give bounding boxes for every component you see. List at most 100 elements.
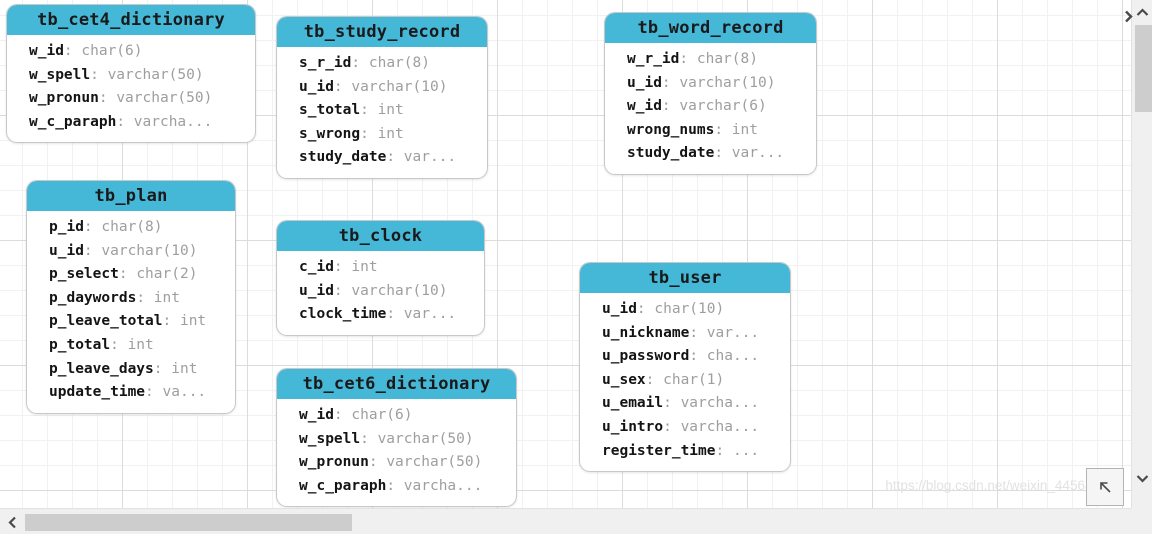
field-name: w_pronun: [299, 454, 369, 471]
field-separator: :: [136, 289, 154, 306]
entity-table[interactable]: tb_plan p_id: char(8) u_id: varchar(10) p_s…: [26, 180, 236, 414]
arrow-up-left-icon: [1100, 482, 1111, 493]
scroll-left-arrow-icon[interactable]: [2, 512, 22, 532]
field-type: int: [171, 360, 198, 377]
field-name: u_id: [49, 242, 84, 259]
field-separator: :: [645, 371, 664, 388]
entity-field-row: w_c_paraph: varcha...: [29, 111, 249, 135]
field-name: c_id: [299, 259, 334, 275]
field-type: varchar(6): [679, 98, 767, 115]
horizontal-scrollbar-thumb[interactable]: [25, 514, 352, 531]
entity-table[interactable]: tb_clock c_id: int u_id: varchar(10) clock_…: [276, 220, 485, 336]
field-separator: :: [333, 259, 352, 275]
entity-table[interactable]: tb_word_record w_r_id: char(8) u_id: varch…: [604, 12, 817, 175]
entity-field-row: w_c_paraph: varcha...: [299, 475, 510, 499]
entity-field-row: u_id: varchar(10): [627, 72, 810, 96]
entity-field-row: p_leave_days: int: [49, 358, 229, 382]
entity-field-list: w_id: char(6) w_spell: varchar(50) w_pronu…: [7, 35, 255, 142]
field-separator: :: [98, 90, 117, 107]
field-type: varchar(50): [377, 430, 474, 447]
field-separator: :: [714, 121, 732, 138]
entity-field-list: p_id: char(8) u_id: varchar(10) p_select: …: [27, 211, 235, 413]
field-separator: :: [636, 301, 655, 317]
field-separator: :: [153, 360, 172, 377]
entity-field-row: c_id: int: [299, 256, 478, 280]
field-name: u_id: [299, 282, 334, 299]
field-separator: :: [118, 266, 137, 283]
field-separator: :: [333, 282, 352, 299]
field-name: w_c_paraph: [29, 113, 117, 130]
scroll-right-arrow-icon[interactable]: [1118, 6, 1138, 26]
diagram-canvas[interactable]: tb_cet4_dictionary w_id: char(6) w_spell: …: [0, 0, 1131, 508]
field-name: u_sex: [602, 371, 646, 388]
field-separator: :: [162, 313, 180, 330]
entity-field-row: w_spell: varchar(50): [29, 64, 249, 88]
field-separator: :: [661, 98, 680, 115]
scrollbar-corner: [1131, 508, 1152, 534]
entity-title: tb_word_record: [605, 13, 816, 43]
field-separator: :: [689, 348, 707, 365]
field-type: char(1): [663, 371, 725, 388]
vertical-scrollbar[interactable]: [1131, 0, 1152, 508]
field-name: p_daywords: [49, 289, 137, 306]
field-name: u_id: [627, 74, 662, 91]
field-type: int: [731, 121, 758, 138]
entity-field-row: register_time: ...: [602, 440, 784, 464]
field-separator: :: [689, 324, 707, 341]
watermark-text: https://blog.csdn.net/weixin_44568751: [885, 478, 1115, 493]
entity-field-row: u_sex: char(1): [602, 369, 784, 393]
fit-to-screen-button[interactable]: [1086, 468, 1124, 506]
field-name: p_id: [49, 219, 84, 235]
field-separator: :: [90, 66, 108, 83]
field-separator: :: [360, 102, 378, 119]
entity-table[interactable]: tb_user u_id: char(10) u_nickname: var... u…: [579, 262, 791, 473]
entity-field-row: w_pronun: varchar(50): [299, 451, 510, 475]
field-type: varcha...: [680, 395, 760, 412]
vertical-scrollbar-thumb[interactable]: [1135, 25, 1152, 112]
field-separator: :: [63, 43, 82, 59]
chevron-down-icon: [1136, 474, 1149, 483]
entity-table[interactable]: tb_cet6_dictionary w_id: char(6) w_spell: …: [276, 368, 517, 508]
entity-field-row: u_id: varchar(10): [299, 280, 478, 304]
field-name: w_c_paraph: [299, 477, 387, 494]
field-type: int: [127, 336, 154, 353]
field-name: w_id: [29, 43, 64, 59]
field-type: varcha...: [133, 113, 213, 130]
entity-title: tb_clock: [277, 221, 484, 251]
field-separator: :: [333, 78, 352, 95]
field-type: varchar(50): [116, 90, 213, 107]
field-name: w_id: [299, 407, 334, 423]
entity-table[interactable]: tb_cet4_dictionary w_id: char(6) w_spell: …: [6, 4, 256, 144]
entity-field-row: u_nickname: var...: [602, 322, 784, 346]
field-name: s_total: [299, 102, 361, 119]
entity-field-row: s_wrong: int: [299, 123, 481, 147]
entity-field-list: c_id: int u_id: varchar(10) clock_time: va…: [277, 251, 484, 335]
entity-field-row: u_id: char(10): [602, 298, 784, 322]
scroll-down-arrow-icon[interactable]: [1132, 468, 1152, 488]
field-separator: :: [679, 51, 697, 67]
entity-field-row: s_r_id: char(8): [299, 52, 481, 76]
field-type: varchar(50): [386, 454, 483, 471]
field-separator: :: [715, 442, 733, 459]
entity-table[interactable]: tb_study_record s_r_id: char(8) u_id: varc…: [276, 16, 488, 179]
field-name: p_leave_total: [49, 313, 163, 330]
field-name: u_intro: [602, 418, 664, 435]
field-name: u_password: [602, 348, 690, 365]
entity-field-row: u_password: cha...: [602, 345, 784, 369]
field-separator: :: [386, 477, 404, 494]
field-name: study_date: [627, 145, 715, 162]
entity-field-row: w_id: varchar(6): [627, 95, 810, 119]
field-name: clock_time: [299, 306, 387, 323]
entity-title: tb_user: [580, 263, 790, 293]
field-name: wrong_nums: [627, 121, 715, 138]
entity-field-row: s_total: int: [299, 99, 481, 123]
entity-title: tb_cet4_dictionary: [7, 5, 255, 35]
field-name: update_time: [49, 384, 146, 401]
horizontal-scrollbar[interactable]: [0, 508, 1131, 534]
field-separator: :: [360, 430, 378, 447]
field-type: int: [351, 259, 378, 275]
chevron-left-icon: [7, 516, 16, 528]
entity-field-row: wrong_nums: int: [627, 119, 810, 143]
field-name: w_pronun: [29, 90, 99, 107]
field-name: s_wrong: [299, 125, 361, 142]
